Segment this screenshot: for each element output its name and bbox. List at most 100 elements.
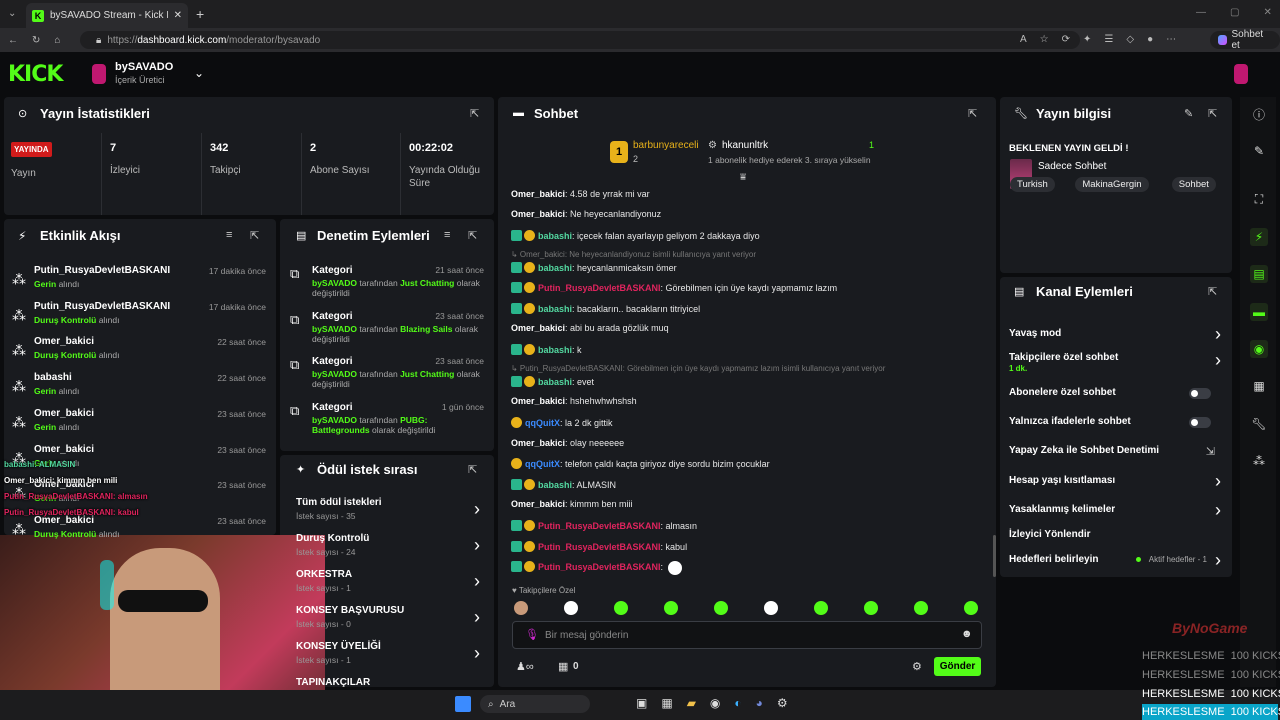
stream-tag[interactable]: Turkish xyxy=(1010,177,1055,192)
task-view-icon[interactable]: ▣ xyxy=(636,696,647,710)
activity-item[interactable]: ⁂ Omer_bakici Duruş Kontrolü alındı 23 saat… xyxy=(12,513,272,547)
reward-item[interactable]: TAPINAKÇILAR xyxy=(296,677,486,711)
sidebar-broadcast-icon[interactable]: ◉ xyxy=(1250,340,1268,358)
explorer-icon[interactable]: ▰ xyxy=(687,696,696,710)
emote-icon[interactable] xyxy=(764,601,778,615)
channel-action-item[interactable]: İzleyici Yönlendir xyxy=(1009,529,1225,549)
sidebar-lightning-icon[interactable]: ⚡︎ xyxy=(1250,228,1268,246)
stream-tag[interactable]: Sohbet xyxy=(1171,177,1216,192)
activity-popout-icon[interactable]: ⇱ xyxy=(250,229,259,242)
reward-item[interactable]: Duruş Kontrolü İstek sayısı - 24 › xyxy=(296,533,486,567)
channel-action-item[interactable]: Yalnızca ifadelerle sohbet xyxy=(1009,416,1225,436)
channel-action-item[interactable]: Yavaş mod › xyxy=(1009,324,1225,348)
taskbar-search[interactable]: ⌕ Ara xyxy=(480,695,590,713)
chat-username[interactable]: Putin_RusyaDevletBASKANI xyxy=(538,283,661,293)
browser-tab[interactable]: K bySAVADO Stream - Kick Dashboa ✕ xyxy=(26,3,188,28)
emote-icon[interactable] xyxy=(514,601,528,615)
stream-tag[interactable]: MakinaGergin xyxy=(1075,177,1149,192)
home-icon[interactable]: ⌂ xyxy=(54,35,60,46)
read-aloud-icon[interactable]: A xyxy=(1020,34,1027,45)
chat-username[interactable]: babashi xyxy=(538,480,572,490)
chat-username[interactable]: Omer_bakici xyxy=(511,499,565,509)
refresh-ext-icon[interactable]: ⟳ xyxy=(1062,34,1070,45)
close-tab-icon[interactable]: ✕ xyxy=(174,10,182,21)
toggle-switch[interactable] xyxy=(1189,388,1211,399)
chat-username[interactable]: Putin_RusyaDevletBASKANI xyxy=(538,521,661,531)
reward-item[interactable]: ORKESTRA İstek sayısı - 1 › xyxy=(296,569,486,603)
toggle-switch[interactable] xyxy=(1189,417,1211,428)
back-icon[interactable]: ← xyxy=(8,35,18,46)
edit-icon[interactable]: ✎ xyxy=(1184,107,1193,120)
chat-username[interactable]: Omer_bakici xyxy=(511,396,565,406)
emote-icon[interactable] xyxy=(664,601,678,615)
pinned-user-1[interactable]: barbunyareceli xyxy=(633,140,699,151)
activity-item[interactable]: ⁂ Omer_bakici Gerin alındı 23 saat önce xyxy=(12,442,272,476)
store-app-icon[interactable]: ▦ xyxy=(661,696,672,710)
kick-logo[interactable]: KICK xyxy=(8,62,63,87)
channel-actions-popout-icon[interactable]: ⇱ xyxy=(1208,285,1217,298)
chat-username[interactable]: babashi xyxy=(538,263,572,273)
emote-icon[interactable] xyxy=(864,601,878,615)
reload-icon[interactable]: ↻ xyxy=(32,35,40,46)
activity-item[interactable]: ⁂ Putin_RusyaDevletBASKANI Duruş Kontrolü … xyxy=(12,299,272,333)
obs-icon[interactable]: ◉ xyxy=(710,696,720,710)
activity-item[interactable]: ⁂ Omer_bakici Duruş Kontrolü alındı 22 saat… xyxy=(12,334,272,368)
activity-item[interactable]: ⁂ babashi Gerin alındı 22 saat önce xyxy=(12,370,272,404)
channel-action-item[interactable]: Abonelere özel sohbet xyxy=(1009,387,1225,407)
channel-action-item[interactable]: Takipçilere özel sohbet › 1 dk. xyxy=(1009,350,1225,373)
chat-username[interactable]: qqQuitX xyxy=(525,459,560,469)
sidebar-wrench-icon[interactable]: 🔧︎ xyxy=(1250,415,1268,433)
new-tab-icon[interactable]: + xyxy=(196,6,204,22)
chat-username[interactable]: Putin_RusyaDevletBASKANI xyxy=(538,542,661,552)
sidebar-users-icon[interactable]: ⁂ xyxy=(1250,452,1268,470)
filter-icon[interactable]: ≡ xyxy=(226,229,232,241)
moderation-popout-icon[interactable]: ⇱ xyxy=(468,229,477,242)
store-icon[interactable]: ▦ xyxy=(558,660,568,673)
chat-username[interactable]: babashi xyxy=(538,345,572,355)
chat-popout-icon[interactable]: ⇱ xyxy=(968,107,977,120)
tab-list-icon[interactable]: ⌄ xyxy=(8,8,16,19)
chat-username[interactable]: babashi xyxy=(538,231,572,241)
sidebar-actions-icon[interactable]: ▦ xyxy=(1250,377,1268,395)
reward-item[interactable]: KONSEY BAŞVURUSU İstek sayısı - 0 › xyxy=(296,605,486,639)
maximize-icon[interactable]: ▢ xyxy=(1230,7,1239,18)
moderation-item[interactable]: ⧉ Kategori 21 saat önce bySAVADO tarafından… xyxy=(290,264,486,308)
channel-action-item[interactable]: Yapay Zeka ile Sohbet Denetimi ⇲ xyxy=(1009,445,1225,465)
chat-username[interactable]: babashi xyxy=(538,304,572,314)
collapse-pinned-icon[interactable]: ⩸ xyxy=(740,172,746,183)
chat-username[interactable]: babashi xyxy=(538,377,572,387)
chat-username[interactable]: Omer_bakici xyxy=(511,323,565,333)
info-popout-icon[interactable]: ⇱ xyxy=(1208,107,1217,120)
info-circle-icon[interactable]: ⓘ xyxy=(1250,106,1268,124)
discord-icon[interactable]: ◕ xyxy=(756,696,763,710)
sidebar-chat-icon[interactable]: ▬ xyxy=(1250,303,1268,321)
moderation-filter-icon[interactable]: ≡ xyxy=(444,229,450,241)
emoji-icon[interactable]: ☻ xyxy=(961,628,973,640)
emote-icon[interactable] xyxy=(914,601,928,615)
reward-item[interactable]: Tüm ödül istekleri İstek sayısı - 35 › xyxy=(296,497,486,531)
moderation-item[interactable]: ⧉ Kategori 1 gün önce bySAVADO tarafından P… xyxy=(290,401,486,445)
moderation-item[interactable]: ⧉ Kategori 23 saat önce bySAVADO tarafından… xyxy=(290,355,486,399)
emote-icon[interactable] xyxy=(814,601,828,615)
microphone-icon[interactable]: 🎙︎ xyxy=(525,628,539,641)
shield-icon[interactable]: ◇ xyxy=(1126,34,1134,45)
emote-icon[interactable] xyxy=(964,601,978,615)
channel-action-item[interactable]: Hedefleri belirleyin › Aktif hedefler - 1 xyxy=(1009,550,1225,574)
chat-settings-icon[interactable]: ⚙︎ xyxy=(912,660,922,673)
users-icon[interactable]: ♟∞ xyxy=(516,660,534,673)
chat-input[interactable]: 🎙︎ Bir mesaj gönderin ☻ xyxy=(512,621,982,649)
channel-action-item[interactable]: Yasaklanmış kelimeler › xyxy=(1009,500,1225,524)
pinned-user-2[interactable]: hkanunltrk xyxy=(722,140,768,151)
expand-icon[interactable]: ⛶ xyxy=(1250,190,1268,208)
chat-username[interactable]: Putin_RusyaDevletBASKANI xyxy=(538,562,661,572)
chat-username[interactable]: Omer_bakici xyxy=(511,209,565,219)
emote-icon[interactable] xyxy=(564,601,578,615)
extension-icon[interactable]: ✦ xyxy=(1083,34,1091,45)
copilot-button[interactable]: Sohbet et xyxy=(1210,29,1280,51)
popout-icon[interactable]: ⇱ xyxy=(470,107,479,120)
sidebar-doc-icon[interactable]: ▤ xyxy=(1250,265,1268,283)
send-button[interactable]: Gönder xyxy=(934,657,981,676)
reward-item[interactable]: KONSEY ÜYELİĞİ İstek sayısı - 1 › xyxy=(296,641,486,675)
more-icon[interactable]: ⋯ xyxy=(1166,34,1176,45)
rewards-popout-icon[interactable]: ⇱ xyxy=(468,463,477,476)
